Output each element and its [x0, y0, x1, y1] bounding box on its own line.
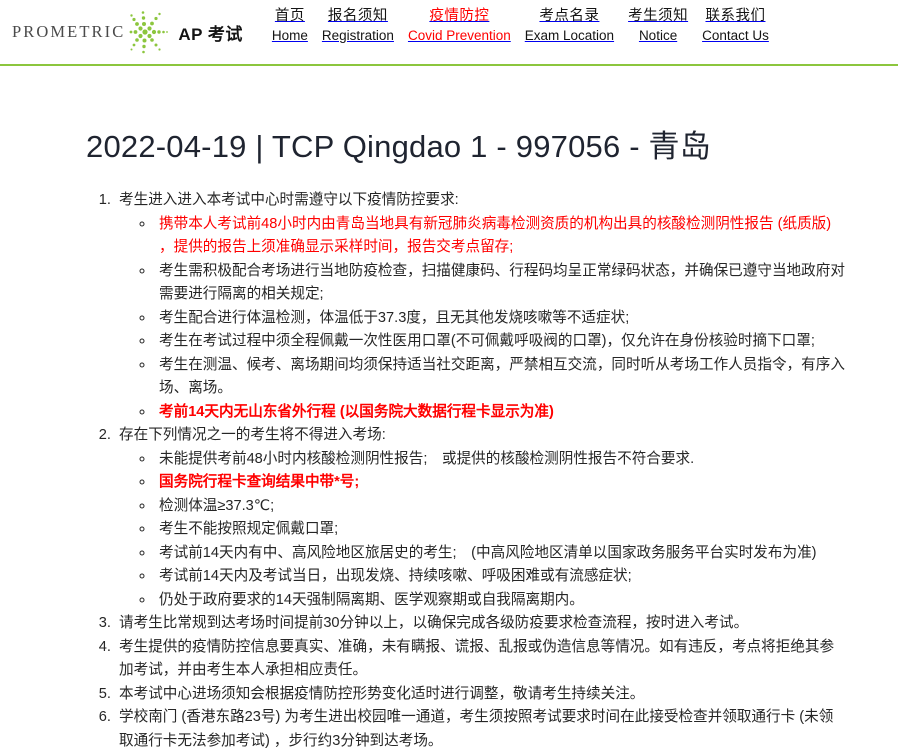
requirement-subitem: 考生配合进行体温检测，体温低于37.3度，且无其他发烧咳嗽等不适症状;	[155, 307, 898, 331]
requirement-item: 考生进入进入本考试中心时需遵守以下疫情防控要求: 携带本人考试前48小时内由青岛当…	[115, 189, 898, 424]
nav-item-contact-us[interactable]: 联系我们 Contact Us	[695, 6, 776, 46]
nav-item-registration-en: Registration	[321, 28, 394, 43]
requirement-item: 存在下列情况之一的考生将不得进入考场: 未能提供考前48小时内核酸检测阴性报告; …	[115, 424, 898, 612]
page-main: 2022-04-19 | TCP Qingdao 1 - 997056 - 青岛…	[0, 66, 898, 753]
requirement-item-text: 存在下列情况之一的考生将不得进入考场:	[119, 427, 386, 444]
nav-item-exam-location[interactable]: 考点名录 Exam Location	[518, 6, 621, 46]
requirement-item-text: 学校南门 (香港东路23号) 为考生进出校园唯一通道，考生须按照考试要求时间在此…	[119, 709, 834, 749]
requirement-item: 请考生比常规到达考场时间提前30分钟以上，以确保完成各级防疫要求检查流程，按时进…	[115, 612, 898, 636]
nav-item-notice-en: Notice	[638, 28, 678, 43]
requirement-subitem: 检测体温≥37.3℃;	[155, 495, 898, 519]
nav-item-notice-cn: 考生须知	[628, 8, 689, 24]
requirement-subitem-text: 考生在测温、候考、离场期间均须保持适当社交距离，严禁相互交流，同时听从考场工作人…	[159, 356, 845, 397]
nav-item-registration[interactable]: 报名须知 Registration	[315, 6, 401, 46]
page-title: 2022-04-19 | TCP Qingdao 1 - 997056 - 青岛	[86, 129, 711, 164]
brand-subtitle: AP 考试	[178, 24, 243, 44]
requirement-subitem-text: 考试前14天内有中、高风险地区旅居史的考生; (中高风险地区清单以国家政务服务平…	[159, 544, 817, 561]
nav-item-notice[interactable]: 考生须知 Notice	[621, 6, 695, 46]
requirement-subitem-text: 仍处于政府要求的14天强制隔离期、医学观察期或自我隔离期内。	[159, 591, 584, 608]
requirement-subitem-text: 考前14天内无山东省外行程 (以国务院大数据行程卡显示为准)	[159, 403, 554, 420]
requirement-subitem: 仍处于政府要求的14天强制隔离期、医学观察期或自我隔离期内。	[155, 589, 898, 613]
requirement-subitem-text: 考生需积极配合考场进行当地防疫检查，扫描健康码、行程码均呈正常绿码状态，并确保已…	[159, 262, 845, 303]
requirement-item-text: 考生提供的疫情防控信息要真实、准确，未有瞒报、谎报、乱报或伪造信息等情况。如有违…	[119, 638, 835, 679]
nav-item-contact-us-cn: 联系我们	[705, 8, 766, 24]
requirement-subitem: 考生在考试过程中须全程佩戴一次性医用口罩(不可佩戴呼吸阀的口罩)，仅允许在身份核…	[155, 330, 898, 354]
requirement-item: 考生提供的疫情防控信息要真实、准确，未有瞒报、谎报、乱报或伪造信息等情况。如有违…	[115, 636, 898, 683]
requirement-item-text: 考生进入进入本考试中心时需遵守以下疫情防控要求:	[119, 192, 459, 209]
nav-item-home-en: Home	[271, 28, 308, 43]
nav-item-contact-us-en: Contact Us	[702, 28, 769, 43]
brand-logo[interactable]: PROMETRIC AP 考试	[0, 0, 243, 54]
requirements-list: 考生进入进入本考试中心时需遵守以下疫情防控要求: 携带本人考试前48小时内由青岛当…	[0, 189, 898, 753]
requirement-subitem: 未能提供考前48小时内核酸检测阴性报告; 或提供的核酸检测阴性报告不符合要求.	[155, 448, 898, 472]
requirement-subitem-text: 考生不能按照规定佩戴口罩;	[159, 521, 339, 538]
requirement-subitem-text: 未能提供考前48小时内核酸检测阴性报告; 或提供的核酸检测阴性报告不符合要求.	[159, 450, 695, 467]
requirement-subitem-text: 考生配合进行体温检测，体温低于37.3度，且无其他发烧咳嗽等不适症状;	[159, 309, 630, 326]
requirement-subitem: 考生需积极配合考场进行当地防疫检查，扫描健康码、行程码均呈正常绿码状态，并确保已…	[155, 260, 898, 307]
nav-item-covid-prevention-cn: 疫情防控	[429, 8, 490, 24]
requirement-subitem-text: 检测体温≥37.3℃;	[159, 497, 275, 514]
requirement-sublist: 未能提供考前48小时内核酸检测阴性报告; 或提供的核酸检测阴性报告不符合要求. 国…	[119, 448, 898, 613]
requirement-subitem-text: 国务院行程卡查询结果中带*号;	[159, 474, 360, 491]
requirement-subitem: 考试前14天内有中、高风险地区旅居史的考生; (中高风险地区清单以国家政务服务平…	[155, 542, 898, 566]
requirement-subitem: 考前14天内无山东省外行程 (以国务院大数据行程卡显示为准)	[155, 401, 898, 425]
requirement-item-text: 本考试中心进场须知会根据疫情防控形势变化适时进行调整，敬请考生持续关注。	[119, 685, 645, 702]
requirement-subitem: 国务院行程卡查询结果中带*号;	[155, 471, 898, 495]
covid-requirements-content: 考生进入进入本考试中心时需遵守以下疫情防控要求: 携带本人考试前48小时内由青岛当…	[0, 189, 898, 753]
requirement-subitem-text: 携带本人考试前48小时内由青岛当地具有新冠肺炎病毒检测资质的机构出具的核酸检测阴…	[159, 215, 832, 256]
nav-item-home-cn: 首页	[274, 8, 305, 24]
requirement-item: 学校南门 (香港东路23号) 为考生进出校园唯一通道，考生须按照考试要求时间在此…	[115, 706, 898, 753]
requirement-sublist: 携带本人考试前48小时内由青岛当地具有新冠肺炎病毒检测资质的机构出具的核酸检测阴…	[119, 213, 898, 425]
nav-item-exam-location-en: Exam Location	[524, 28, 615, 43]
nav-item-exam-location-cn: 考点名录	[539, 8, 600, 24]
prometric-wordmark: PROMETRIC	[12, 22, 126, 41]
requirement-item: 本考试中心进场须知会根据疫情防控形势变化适时进行调整，敬请考生持续关注。	[115, 683, 898, 707]
requirement-item-text: 请考生比常规到达考场时间提前30分钟以上，以确保完成各级防疫要求检查流程，按时进…	[119, 615, 749, 632]
nav-item-covid-prevention[interactable]: 疫情防控 Covid Prevention	[401, 6, 518, 46]
main-navigation: 首页 Home 报名须知 Registration 疫情防控 Covid Pre…	[243, 0, 898, 46]
requirement-subitem-text: 考试前14天内及考试当日，出现发烧、持续咳嗽、呼吸困难或有流感症状;	[159, 568, 632, 585]
nav-items: 首页 Home 报名须知 Registration 疫情防控 Covid Pre…	[265, 6, 898, 46]
prometric-starburst-icon	[126, 7, 169, 57]
requirement-subitem: 考生在测温、候考、离场期间均须保持适当社交距离，严禁相互交流，同时听从考场工作人…	[155, 354, 898, 401]
requirement-subitem-text: 考生在考试过程中须全程佩戴一次性医用口罩(不可佩戴呼吸阀的口罩)，仅允许在身份核…	[159, 333, 815, 350]
nav-item-covid-prevention-en: Covid Prevention	[407, 28, 511, 43]
requirement-subitem: 携带本人考试前48小时内由青岛当地具有新冠肺炎病毒检测资质的机构出具的核酸检测阴…	[155, 213, 898, 260]
nav-item-registration-cn: 报名须知	[327, 8, 388, 24]
requirement-subitem: 考生不能按照规定佩戴口罩;	[155, 518, 898, 542]
requirement-subitem: 考试前14天内及考试当日，出现发烧、持续咳嗽、呼吸困难或有流感症状;	[155, 565, 898, 589]
site-header: PROMETRIC AP 考试 首页 Home 报名须知 Registratio…	[0, 0, 898, 66]
nav-item-home[interactable]: 首页 Home	[265, 6, 315, 46]
